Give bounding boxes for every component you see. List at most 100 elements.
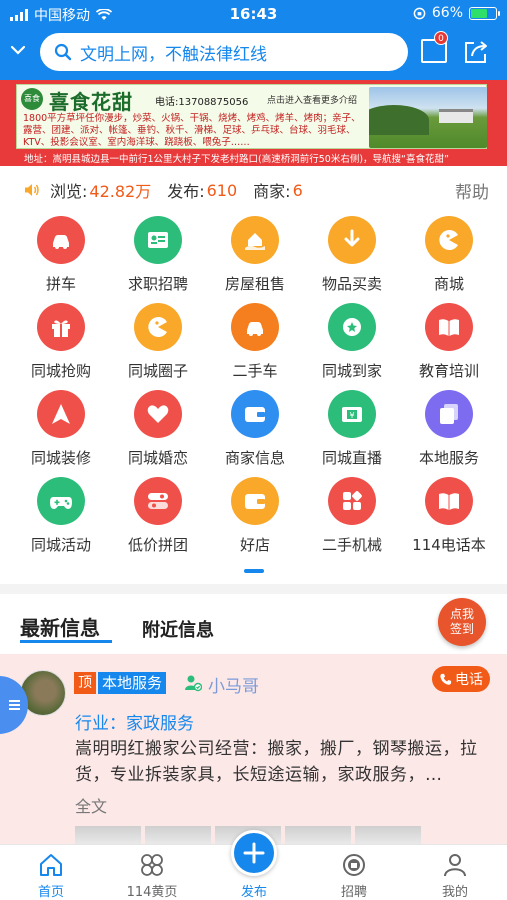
share-icon[interactable]	[462, 38, 490, 66]
gift-icon	[37, 303, 85, 351]
banner-tip: 点击进入查看更多介绍	[267, 96, 358, 106]
signin-line2: 签到	[449, 622, 474, 636]
book-icon	[425, 303, 473, 351]
heart-icon	[134, 390, 182, 438]
category-label: 二手车	[232, 362, 278, 380]
section-divider	[0, 584, 507, 594]
category-item[interactable]: 114电话本	[399, 477, 499, 561]
pacman-icon	[134, 303, 182, 351]
merchants-label: 商家:	[253, 182, 291, 201]
chevron-down-icon[interactable]	[10, 42, 26, 58]
battery-icon	[469, 6, 500, 20]
apps-icon	[328, 477, 376, 525]
car-icon	[37, 216, 85, 264]
banner-card: 喜食 喜食花甜 电话:13708875056 点击进入查看更多介绍 1800平方…	[16, 84, 487, 149]
badge-star-icon	[328, 303, 376, 351]
category-item[interactable]: 商城	[399, 216, 499, 300]
help-link[interactable]: 帮助	[455, 178, 489, 203]
publish-button[interactable]	[231, 830, 277, 876]
call-button[interactable]: 电话	[432, 666, 490, 692]
category-item[interactable]: 二手车	[205, 303, 305, 387]
status-right: 66%	[413, 5, 500, 21]
views-count: 42.82万	[89, 182, 152, 201]
ad-banner[interactable]: 喜食 喜食花甜 电话:13708875056 点击进入查看更多介绍 1800平方…	[0, 80, 507, 166]
download-arrow-icon	[328, 216, 376, 264]
banner-address: 地址：嵩明县城边县一中前行1公里大村子下发老村路口(高速桥洞前行50米右侧)，导…	[24, 154, 449, 165]
copy-icon	[425, 390, 473, 438]
nav-hire[interactable]: 招聘	[314, 851, 394, 900]
category-item[interactable]: 好店	[205, 477, 305, 561]
wallet-icon	[231, 477, 279, 525]
post-username[interactable]: 小马哥	[208, 672, 259, 697]
stats-bar: 浏览: 42.82万 发布: 610 商家: 6 帮助	[0, 170, 507, 210]
category-label: 商家信息	[224, 449, 285, 467]
category-item[interactable]: 同城婚恋	[108, 390, 208, 474]
category-item[interactable]: 教育培训	[399, 303, 499, 387]
category-item[interactable]: 求职招聘	[108, 216, 208, 300]
nav-profile[interactable]: 我的	[415, 851, 495, 900]
category-item[interactable]: ¥ 同城直播	[302, 390, 402, 474]
nav-yellow-pages[interactable]: 114黄页	[112, 851, 192, 900]
category-label: 低价拼团	[127, 536, 188, 554]
pinned-badge: 顶	[74, 672, 96, 694]
category-label: 114电话本	[412, 536, 486, 554]
category-item[interactable]: 拼车	[11, 216, 111, 300]
posts-count: 610	[206, 180, 238, 200]
category-item[interactable]: 商家信息	[205, 390, 305, 474]
category-label: 同城到家	[321, 362, 382, 380]
tab-nearby[interactable]: 附近信息	[142, 616, 214, 642]
category-item[interactable]: 本地服务	[399, 390, 499, 474]
nav-hire-label: 招聘	[340, 885, 367, 900]
post-industry: 行业：家政服务	[75, 714, 194, 734]
views-label: 浏览:	[50, 182, 88, 201]
category-label: 本地服务	[418, 449, 479, 467]
tab-latest[interactable]: 最新信息	[20, 612, 100, 641]
category-label: 同城装修	[30, 449, 91, 467]
category-item[interactable]: 同城抢购	[11, 303, 111, 387]
nav-home-label: 首页	[37, 885, 64, 900]
nav-publish-label[interactable]: 发布	[214, 881, 294, 900]
list-item[interactable]: 顶 本地服务 小马哥 电话 行业：家政服务 嵩明明红搬家公司经营：搬家，搬厂，钢…	[0, 654, 507, 844]
category-label: 求职招聘	[127, 275, 188, 293]
full-text-link[interactable]: 全文	[75, 793, 107, 817]
plus-icon	[243, 842, 265, 864]
signin-button[interactable]: 点我 签到	[438, 598, 486, 646]
gamepad-icon	[37, 477, 85, 525]
category-item[interactable]: 房屋租售	[205, 216, 305, 300]
speaker-icon	[25, 184, 39, 196]
nav-home[interactable]: 首页	[11, 851, 91, 900]
signin-line1: 点我	[449, 607, 474, 621]
category-item[interactable]: 二手机械	[302, 477, 402, 561]
category-badge: 本地服务	[98, 672, 167, 694]
category-item[interactable]: 同城活动	[11, 477, 111, 561]
search-placeholder: 文明上网，不触法律红线	[80, 44, 267, 65]
category-label: 同城活动	[30, 536, 91, 554]
category-item[interactable]: 同城装修	[11, 390, 111, 474]
category-label: 房屋租售	[224, 275, 285, 293]
post-images[interactable]	[75, 826, 495, 844]
battery-percent: 66%	[431, 5, 463, 21]
info-tabs: 最新信息 附近信息	[0, 594, 507, 654]
toggle-icon	[134, 477, 182, 525]
search-bar[interactable]: 文明上网，不触法律红线	[40, 33, 408, 71]
orientation-lock-icon	[413, 7, 426, 19]
category-item[interactable]: 同城到家	[302, 303, 402, 387]
nav-profile-label: 我的	[441, 885, 468, 900]
pacman-icon	[425, 216, 473, 264]
tab-active-underline	[20, 640, 112, 643]
merchants-count: 6	[292, 180, 303, 200]
search-icon	[54, 43, 72, 61]
category-item[interactable]: 同城圈子	[108, 303, 208, 387]
verified-user-icon	[185, 675, 202, 692]
banner-phone: 电话:13708875056	[155, 97, 249, 108]
page-indicator	[244, 569, 264, 573]
navigation-arrow-icon	[37, 390, 85, 438]
category-item[interactable]: 物品买卖	[302, 216, 402, 300]
category-item[interactable]: 低价拼团	[108, 477, 208, 561]
call-label: 电话	[455, 672, 483, 688]
banner-photo	[369, 87, 487, 148]
menu-icon	[9, 698, 20, 712]
category-label: 好店	[239, 536, 270, 554]
wallet-icon	[231, 390, 279, 438]
house-hand-icon	[231, 216, 279, 264]
